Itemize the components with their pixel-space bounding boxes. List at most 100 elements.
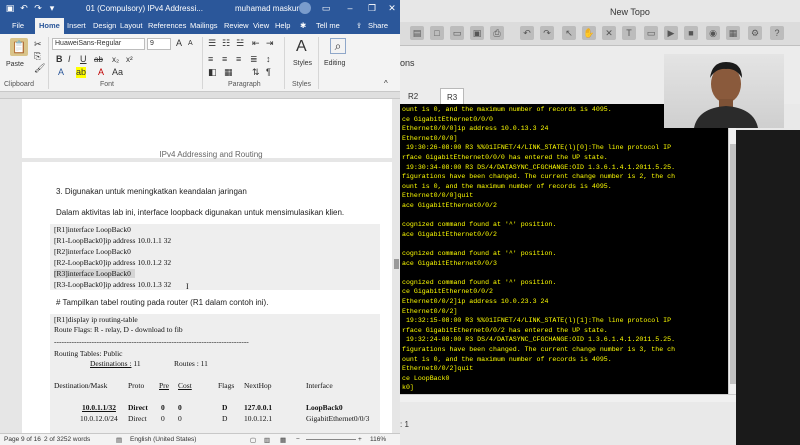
superscript-icon[interactable]: x² xyxy=(126,54,133,65)
horizontal-scrollbar[interactable] xyxy=(400,394,736,402)
align-left-icon[interactable]: ≡ xyxy=(208,54,213,65)
increase-indent-icon[interactable]: ⇥ xyxy=(266,38,274,49)
styles-icon[interactable]: A xyxy=(296,37,307,57)
shading-icon[interactable]: ◧ xyxy=(208,67,217,78)
subscript-icon[interactable]: x₂ xyxy=(112,54,119,65)
delete-icon[interactable]: ✕ xyxy=(602,26,616,40)
find-icon[interactable]: ⌕ xyxy=(330,38,346,54)
grow-font-icon[interactable]: A xyxy=(176,38,182,49)
borders-icon[interactable]: ▦ xyxy=(224,67,233,78)
console-terminal[interactable]: ount is 0, and the maximum number of rec… xyxy=(400,104,736,394)
bold-icon[interactable]: B xyxy=(56,54,63,65)
font-name-select[interactable]: HuaweiSans-Regular xyxy=(52,38,145,50)
sort-icon[interactable]: ⇅ xyxy=(252,67,260,78)
zoom-level[interactable]: 116% xyxy=(370,436,386,443)
document-scrollbar[interactable] xyxy=(392,99,400,433)
align-center-icon[interactable]: ≡ xyxy=(222,54,227,65)
scroll-thumb[interactable] xyxy=(394,259,399,269)
share-icon[interactable]: ⇪ xyxy=(356,21,362,30)
undo-icon[interactable]: ↶ xyxy=(18,2,30,14)
minimize-icon[interactable]: – xyxy=(344,2,356,14)
avatar[interactable] xyxy=(299,2,311,14)
hand-icon[interactable]: ✋ xyxy=(582,26,596,40)
underline-icon[interactable]: U xyxy=(80,54,87,65)
collapse-ribbon-icon[interactable]: ^ xyxy=(384,78,388,89)
terminal-scrollbar[interactable] xyxy=(728,104,736,394)
tab-references[interactable]: References xyxy=(148,21,186,30)
help-icon[interactable]: ? xyxy=(770,26,784,40)
tab-r3[interactable]: R3 xyxy=(440,88,465,104)
font-size-select[interactable]: 9 xyxy=(147,38,171,50)
print-icon[interactable]: ⎙ xyxy=(490,26,504,40)
share-button[interactable]: Share xyxy=(368,21,388,30)
select-icon[interactable]: ↖ xyxy=(562,26,576,40)
italic-icon[interactable]: I xyxy=(68,54,71,65)
rt-cell-nexthop: 127.0.0.1 xyxy=(244,403,273,412)
tab-mailings[interactable]: Mailings xyxy=(190,21,218,30)
open-icon[interactable]: ▭ xyxy=(450,26,464,40)
save-icon[interactable]: ▣ xyxy=(4,2,16,14)
tab-insert[interactable]: Insert xyxy=(67,21,86,30)
tab-view[interactable]: View xyxy=(253,21,269,30)
maximize-icon[interactable]: ❐ xyxy=(366,2,378,14)
highlight-icon[interactable]: ab xyxy=(76,67,86,78)
tab-design[interactable]: Design xyxy=(93,21,116,30)
redo-icon[interactable]: ↷ xyxy=(32,2,44,14)
customize-quick-access-icon[interactable]: ▾ xyxy=(46,2,58,14)
focus-icon[interactable]: ▢ xyxy=(250,436,256,444)
decrease-indent-icon[interactable]: ⇤ xyxy=(252,38,260,49)
text-effects-icon[interactable]: A xyxy=(58,67,64,78)
tab-file[interactable]: File xyxy=(12,21,24,30)
capture-icon[interactable]: ◉ xyxy=(706,26,720,40)
language[interactable]: English (United States) xyxy=(130,436,196,443)
close-icon[interactable]: ✕ xyxy=(386,2,398,14)
tab-home[interactable]: Home xyxy=(35,18,64,34)
format-painter-icon[interactable]: 🖌 xyxy=(34,63,45,74)
copy-icon[interactable]: ⎘ xyxy=(34,51,41,62)
shrink-font-icon[interactable]: A xyxy=(188,38,193,49)
cut-icon[interactable]: ✂ xyxy=(34,39,42,50)
zoom-in-icon[interactable]: + xyxy=(358,436,362,443)
rt-header-nexthop: NextHop xyxy=(244,381,272,390)
new-topology-icon[interactable]: ▤ xyxy=(410,26,424,40)
print-layout-icon[interactable]: ▦ xyxy=(280,436,286,444)
tab-help[interactable]: Help xyxy=(275,21,290,30)
zoom-out-icon[interactable]: − xyxy=(296,436,300,443)
document-area[interactable]: IPv4 Addressing and Routing 3. Digunakan… xyxy=(0,99,392,433)
user-name[interactable]: muhamad maskur xyxy=(235,4,299,13)
paste-button[interactable]: Paste xyxy=(6,59,24,70)
save-topology-icon[interactable]: ▣ xyxy=(470,26,484,40)
redo-topology-icon[interactable]: ↷ xyxy=(540,26,554,40)
justify-icon[interactable]: ≣ xyxy=(250,54,258,65)
tab-layout[interactable]: Layout xyxy=(120,21,143,30)
bullets-icon[interactable]: ☰ xyxy=(208,38,216,49)
proofing-icon[interactable]: ▤ xyxy=(116,436,122,444)
align-right-icon[interactable]: ≡ xyxy=(236,54,241,65)
editing-button[interactable]: Editing xyxy=(324,58,345,69)
ribbon-display-icon[interactable]: ▭ xyxy=(320,2,332,14)
line-spacing-icon[interactable]: ↕ xyxy=(266,54,271,65)
font-color-icon[interactable]: A xyxy=(98,67,104,78)
topology-icon[interactable]: ▦ xyxy=(726,26,740,40)
new-icon[interactable]: □ xyxy=(430,26,444,40)
strikethrough-icon[interactable]: ab xyxy=(94,54,103,65)
multilevel-list-icon[interactable]: ☱ xyxy=(236,38,244,49)
undo-topology-icon[interactable]: ↶ xyxy=(520,26,534,40)
tab-review[interactable]: Review xyxy=(224,21,249,30)
page-count[interactable]: Page 9 of 16 xyxy=(4,436,41,443)
stop-device-icon[interactable]: ■ xyxy=(684,26,698,40)
settings-icon[interactable]: ⚙ xyxy=(748,26,762,40)
clear-formatting-icon[interactable]: Aa xyxy=(112,67,123,78)
show-formatting-icon[interactable]: ¶ xyxy=(266,67,271,78)
styles-button[interactable]: Styles xyxy=(293,58,312,69)
paste-icon[interactable]: 📋 xyxy=(10,38,28,56)
numbering-icon[interactable]: ☷ xyxy=(222,38,230,49)
word-count[interactable]: 2 of 3252 words xyxy=(44,436,90,443)
text-icon[interactable]: T xyxy=(622,26,636,40)
tell-me-search[interactable]: Tell me xyxy=(316,21,340,30)
start-device-icon[interactable]: ▶ xyxy=(664,26,678,40)
shape-icon[interactable]: ▭ xyxy=(644,26,658,40)
zoom-slider[interactable] xyxy=(306,439,356,440)
read-mode-icon[interactable]: ▥ xyxy=(264,436,270,444)
tab-r2[interactable]: R2 xyxy=(402,88,424,104)
